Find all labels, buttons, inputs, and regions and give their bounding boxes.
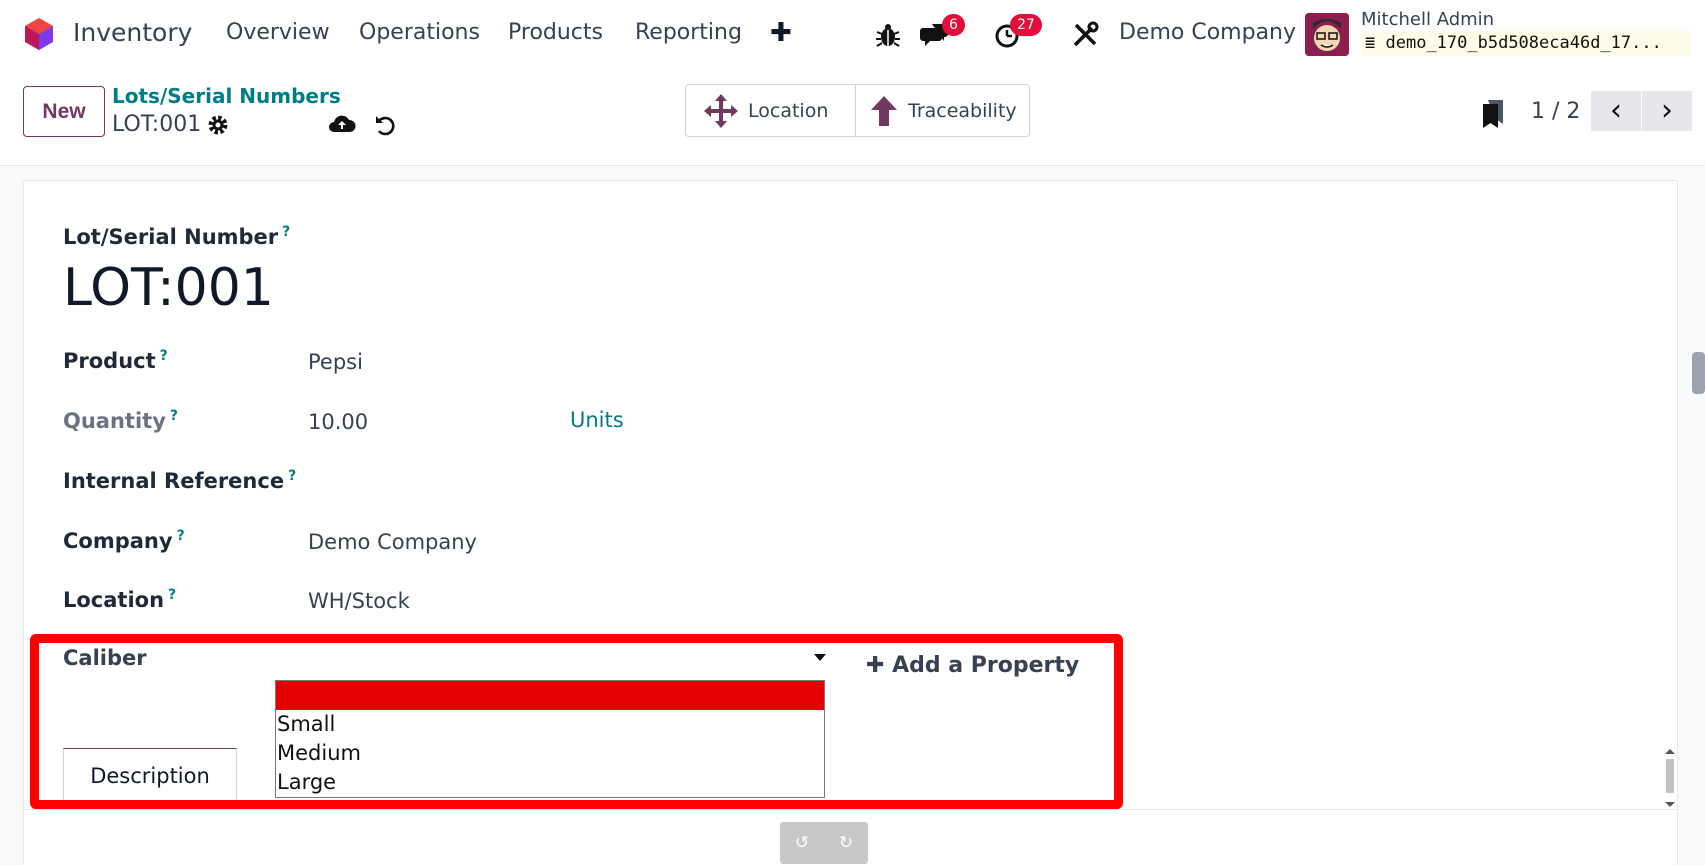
app-name[interactable]: Inventory <box>73 18 192 47</box>
company-label: Company? <box>63 528 185 553</box>
product-label: Product? <box>63 348 168 373</box>
quantity-unit-link[interactable]: Units <box>570 408 624 432</box>
dropdown-option-medium[interactable]: Medium <box>276 739 824 768</box>
activities-badge: 27 <box>1010 14 1042 36</box>
messages-badge: 6 <box>942 14 965 36</box>
caret-down-icon[interactable] <box>814 654 826 661</box>
internal-reference-label: Internal Reference? <box>63 468 296 493</box>
menu-operations[interactable]: Operations <box>359 20 480 45</box>
smart-buttons: Location Traceability <box>685 84 1030 137</box>
product-field[interactable]: Pepsi <box>308 350 363 374</box>
traceability-smart-label: Traceability <box>908 99 1017 122</box>
company-field[interactable]: Demo Company <box>308 530 477 554</box>
pager-value[interactable]: 1 / 2 <box>1531 99 1580 124</box>
help-tooltip-icon[interactable]: ? <box>177 528 185 544</box>
dropdown-option-large[interactable]: Large <box>276 768 824 797</box>
tab-divider <box>23 809 1678 810</box>
undo-redo-bar: ↺ ↻ <box>780 822 868 864</box>
plus-icon: ✚ <box>866 653 885 678</box>
caliber-select-dropdown[interactable]: Small Medium Large <box>275 680 825 798</box>
database-icon: ≣ <box>1365 33 1376 53</box>
help-tooltip-icon[interactable]: ? <box>168 587 176 603</box>
pager-previous-button[interactable]: ‹ <box>1591 91 1641 131</box>
help-tooltip-icon[interactable]: ? <box>288 468 296 484</box>
quantity-label: Quantity? <box>63 408 178 433</box>
page-scrollbar-thumb[interactable] <box>1692 352 1705 394</box>
company-switcher[interactable]: Demo Company <box>1119 20 1296 45</box>
location-smart-button[interactable]: Location <box>686 85 856 136</box>
redo-icon[interactable]: ↻ <box>839 833 853 853</box>
database-name: ≣ demo_170_b5d508eca46d_17... <box>1361 31 1691 56</box>
inner-scrollbar[interactable] <box>1664 749 1676 807</box>
move-arrows-icon <box>704 93 738 128</box>
chevron-left-icon: ‹ <box>1610 93 1622 128</box>
arrow-up-icon <box>871 95 897 126</box>
cloud-upload-icon[interactable] <box>328 112 356 136</box>
top-navbar: Inventory Overview Operations Products R… <box>0 0 1705 70</box>
menu-reporting[interactable]: Reporting <box>635 20 742 45</box>
dropdown-option-empty[interactable] <box>276 681 824 710</box>
add-property-label: Add a Property <box>892 653 1080 678</box>
menu-products[interactable]: Products <box>508 20 603 45</box>
chevron-right-icon: › <box>1661 93 1673 128</box>
menu-overview[interactable]: Overview <box>226 20 330 45</box>
caliber-property-label: Caliber <box>63 646 147 670</box>
discard-undo-icon[interactable] <box>374 112 398 138</box>
user-name[interactable]: Mitchell Admin <box>1361 9 1494 30</box>
lot-number-label: Lot/Serial Number? <box>63 224 290 249</box>
bookmark-icon[interactable] <box>1480 98 1506 128</box>
lot-number-label-text: Lot/Serial Number <box>63 225 279 249</box>
control-panel: New Lots/Serial Numbers LOT:001 Location… <box>0 70 1705 166</box>
gear-icon[interactable] <box>206 113 230 137</box>
location-label-text: Location <box>63 588 165 612</box>
location-label: Location? <box>63 587 176 612</box>
avatar[interactable] <box>1305 13 1349 56</box>
add-property-button[interactable]: ✚ Add a Property <box>866 653 1079 678</box>
help-tooltip-icon[interactable]: ? <box>282 224 290 240</box>
quantity-field: 10.00 <box>308 410 369 434</box>
internal-reference-label-text: Internal Reference <box>63 469 285 493</box>
new-button[interactable]: New <box>23 86 105 137</box>
traceability-smart-button[interactable]: Traceability <box>856 85 1029 136</box>
database-label: demo_170_b5d508eca46d_17... <box>1385 33 1662 53</box>
dropdown-option-small[interactable]: Small <box>276 710 824 739</box>
company-label-text: Company <box>63 529 173 553</box>
undo-icon[interactable]: ↺ <box>795 833 809 853</box>
bug-icon[interactable] <box>873 20 903 50</box>
help-tooltip-icon[interactable]: ? <box>170 408 178 424</box>
inventory-app-icon[interactable] <box>22 17 56 51</box>
record-name: LOT:001 <box>112 112 202 137</box>
breadcrumb[interactable]: Lots/Serial Numbers <box>112 84 341 108</box>
location-smart-label: Location <box>748 99 829 122</box>
product-label-text: Product <box>63 349 156 373</box>
plus-icon[interactable]: ✚ <box>770 18 792 48</box>
help-tooltip-icon[interactable]: ? <box>160 348 168 364</box>
tab-description[interactable]: Description <box>63 748 237 802</box>
pager-next-button[interactable]: › <box>1642 91 1692 131</box>
quantity-label-text: Quantity <box>63 409 166 433</box>
lot-number-value[interactable]: LOT:001 <box>63 258 274 318</box>
settings-tools-icon[interactable] <box>1070 20 1100 50</box>
location-field[interactable]: WH/Stock <box>308 589 410 613</box>
